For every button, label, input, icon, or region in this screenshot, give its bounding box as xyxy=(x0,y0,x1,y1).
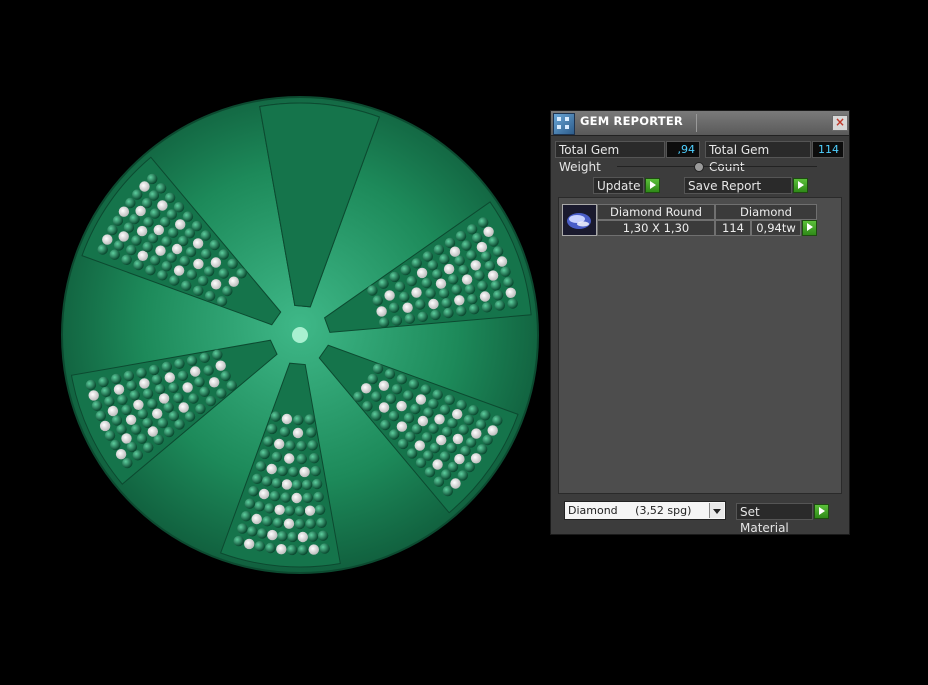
gem-row-arrow-icon[interactable] xyxy=(802,220,817,236)
gem-reporter-panel: GEM REPORTER × Total Gem Weight ,94 Tota… xyxy=(550,110,850,535)
panel-titlebar[interactable]: GEM REPORTER × xyxy=(551,111,849,136)
set-material-button[interactable]: Set Material xyxy=(736,503,813,535)
panel-slider-track xyxy=(617,166,817,167)
update-button[interactable]: Update xyxy=(593,177,644,194)
gem-size-cell: 1,30 X 1,30 xyxy=(597,220,715,236)
material-dropdown[interactable]: Diamond (3,52 spg) xyxy=(564,501,726,520)
set-material-arrow-icon[interactable] xyxy=(814,504,829,519)
total-gem-weight-label: Total Gem Weight xyxy=(555,141,665,174)
panel-slider-handle[interactable] xyxy=(694,162,704,172)
material-dropdown-value: Diamond (3,52 spg) xyxy=(568,504,692,517)
update-arrow-icon[interactable] xyxy=(645,178,660,193)
total-gem-weight-value: ,94 xyxy=(666,141,700,158)
panel-title: GEM REPORTER xyxy=(580,114,683,128)
titlebar-divider xyxy=(696,114,697,132)
gem-list: Diamond Round Diamond 1,30 X 1,30 114 0,… xyxy=(558,197,842,494)
gem-material-cell: Diamond xyxy=(715,204,817,220)
jewelry-render-image xyxy=(61,96,539,574)
chevron-down-icon[interactable] xyxy=(709,503,724,518)
save-report-arrow-icon[interactable] xyxy=(793,178,808,193)
save-report-button[interactable]: Save Report xyxy=(684,177,792,194)
gem-count-cell: 114 xyxy=(715,220,751,236)
gem-weight-cell: 0,94tw xyxy=(751,220,801,236)
gem-cut-cell: Diamond Round xyxy=(597,204,715,220)
gem-reporter-app-icon xyxy=(553,113,575,135)
total-gem-count-value: 114 xyxy=(812,141,844,158)
gem-thumbnail-icon xyxy=(562,204,597,236)
total-gem-count-label: Total Gem Count xyxy=(705,141,811,174)
close-icon[interactable]: × xyxy=(832,115,848,131)
